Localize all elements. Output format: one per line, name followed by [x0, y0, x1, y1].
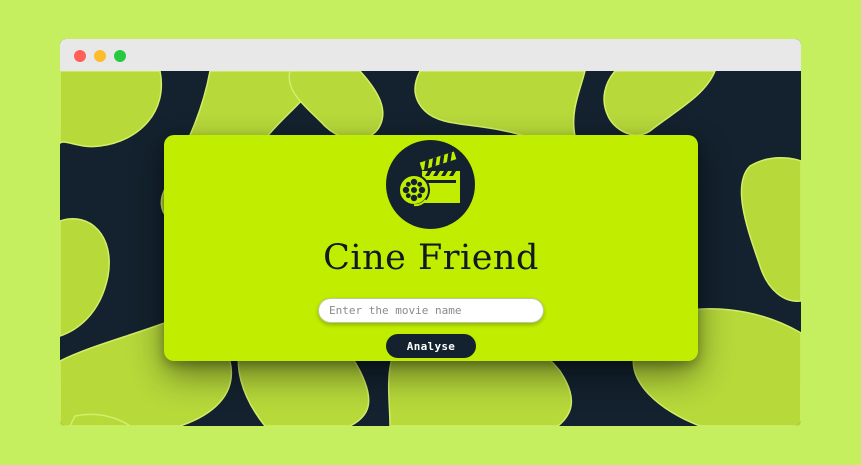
movie-clapperboard-reel-icon — [386, 140, 475, 229]
minimize-window-icon[interactable] — [94, 50, 106, 62]
close-window-icon[interactable] — [74, 50, 86, 62]
movie-search-input[interactable] — [318, 298, 544, 323]
browser-window: Cine Friend Analyse — [60, 39, 801, 426]
main-card: Cine Friend Analyse — [164, 135, 698, 361]
maximize-window-icon[interactable] — [114, 50, 126, 62]
app-title: Cine Friend — [323, 238, 539, 278]
page-viewport: Cine Friend Analyse — [60, 71, 801, 426]
analyse-button[interactable]: Analyse — [386, 334, 476, 358]
window-titlebar — [60, 39, 801, 71]
